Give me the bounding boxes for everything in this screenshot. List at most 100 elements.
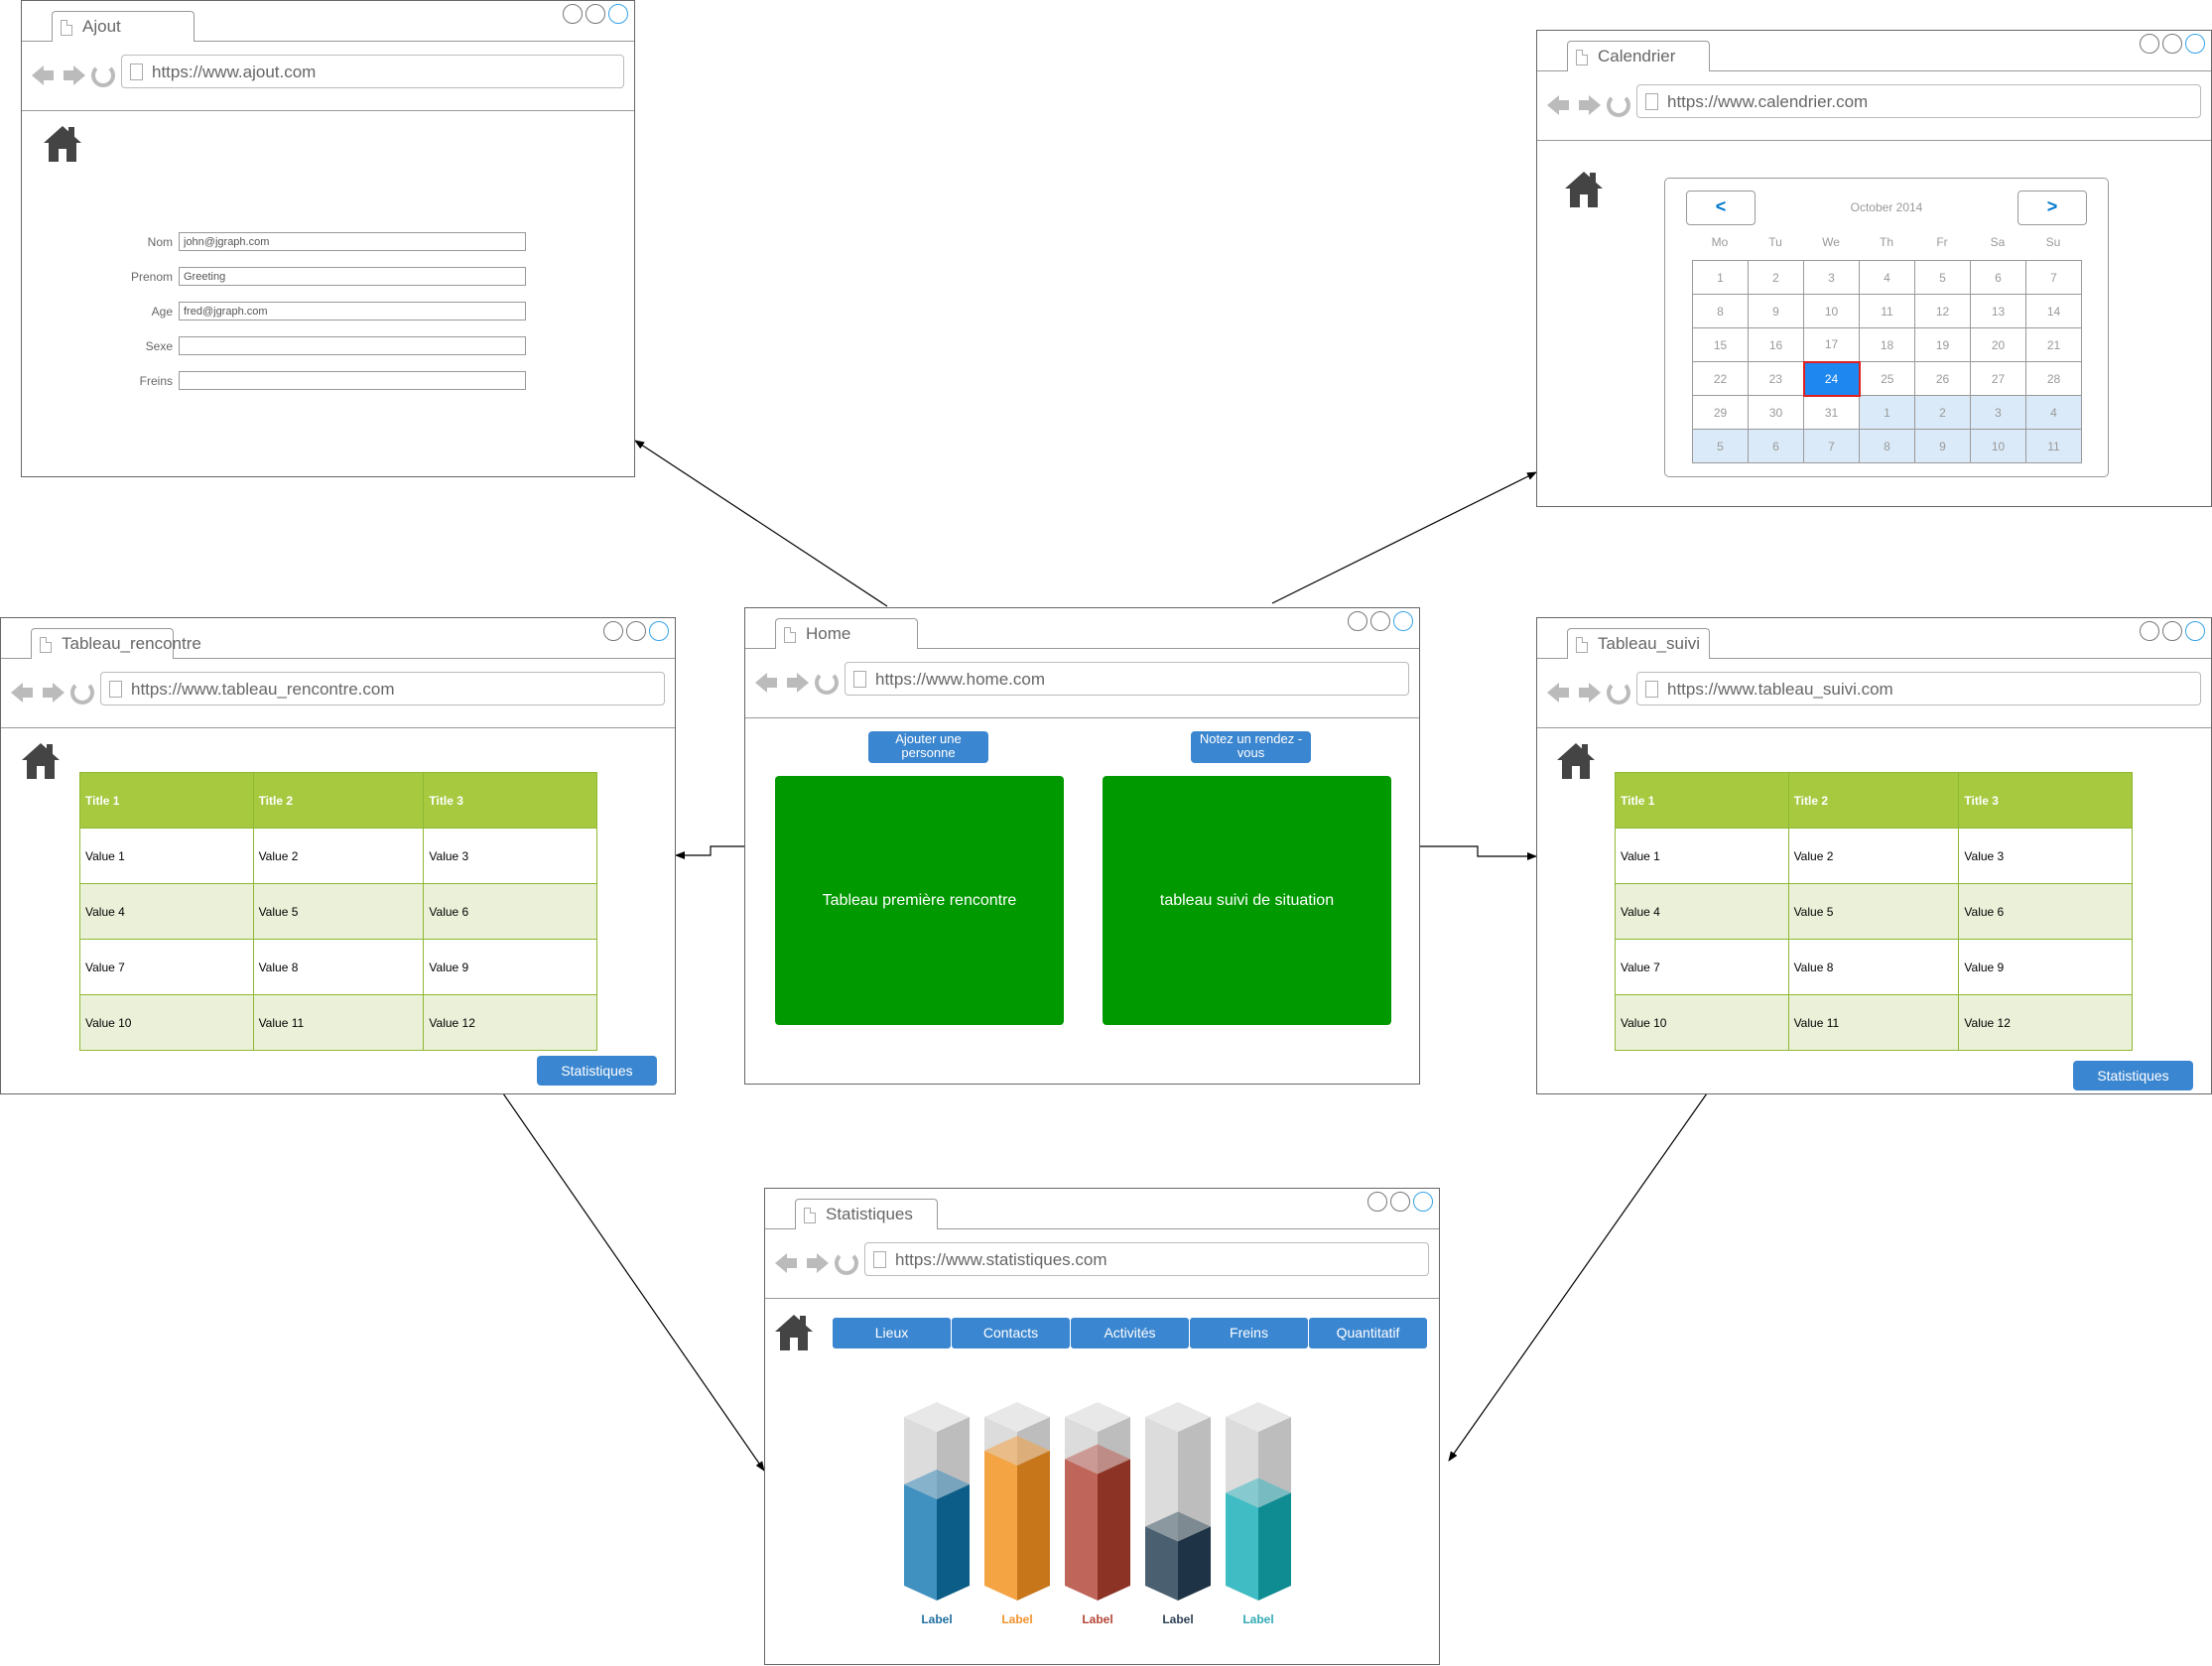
calendar-day[interactable]: 11 — [1859, 294, 1915, 328]
calendar-day[interactable]: 23 — [1748, 361, 1804, 396]
home-icon[interactable] — [44, 126, 81, 162]
close-button[interactable] — [608, 4, 628, 24]
close-button[interactable] — [649, 621, 669, 641]
calendar-day[interactable]: 19 — [1914, 327, 1971, 362]
browser-tab[interactable]: Ajout — [52, 11, 195, 42]
reload-icon[interactable] — [1607, 681, 1630, 705]
age-field[interactable] — [179, 302, 526, 320]
calendar-day[interactable]: 20 — [1970, 327, 2026, 362]
address-bar[interactable]: https://www.tableau_rencontre.com — [100, 672, 665, 705]
calendar-day-next-month[interactable]: 6 — [1748, 429, 1804, 463]
calendar-day[interactable]: 31 — [1803, 395, 1860, 430]
calendar-day-next-month[interactable]: 7 — [1803, 429, 1860, 463]
calendar-day-selected[interactable]: 24 — [1802, 360, 1861, 397]
calendar-day[interactable]: 2 — [1748, 260, 1804, 295]
calendar-day[interactable]: 7 — [2025, 260, 2082, 295]
address-bar[interactable]: https://www.tableau_suivi.com — [1636, 672, 2201, 705]
calendar-day[interactable]: 1 — [1692, 260, 1749, 295]
back-arrow-icon[interactable] — [11, 682, 35, 704]
forward-arrow-icon[interactable] — [1577, 682, 1601, 704]
close-button[interactable] — [1413, 1192, 1433, 1212]
browser-tab[interactable]: Home — [775, 618, 918, 649]
calendar-day[interactable]: 22 — [1692, 361, 1749, 396]
calendar-day[interactable]: 10 — [1803, 294, 1860, 328]
close-button[interactable] — [2185, 34, 2205, 54]
address-bar[interactable]: https://www.home.com — [845, 662, 1409, 696]
back-arrow-icon[interactable] — [755, 672, 779, 694]
browser-tab[interactable]: Tableau_rencontre — [31, 628, 201, 659]
tab-contacts[interactable]: Contacts — [952, 1318, 1070, 1348]
calendar-day[interactable]: 6 — [1970, 260, 2026, 295]
back-arrow-icon[interactable] — [32, 64, 56, 86]
reload-icon[interactable] — [91, 64, 115, 87]
maximize-button[interactable] — [626, 621, 646, 641]
calendar-day[interactable]: 8 — [1692, 294, 1749, 328]
calendar-day-next-month[interactable]: 11 — [2025, 429, 2082, 463]
browser-tab[interactable]: Statistiques — [795, 1199, 938, 1229]
minimize-button[interactable] — [563, 4, 583, 24]
reload-icon[interactable] — [835, 1251, 858, 1275]
calendar-day[interactable]: 15 — [1692, 327, 1749, 362]
back-arrow-icon[interactable] — [1547, 682, 1571, 704]
forward-arrow-icon[interactable] — [1577, 94, 1601, 116]
calendar-day[interactable]: 26 — [1914, 361, 1971, 396]
calendar-day-next-month[interactable]: 10 — [1970, 429, 2026, 463]
home-icon[interactable] — [775, 1315, 813, 1350]
maximize-button[interactable] — [586, 4, 605, 24]
forward-arrow-icon[interactable] — [62, 64, 85, 86]
calendar-day[interactable]: 17 — [1803, 327, 1860, 362]
calendar-day[interactable]: 3 — [1803, 260, 1860, 295]
calendar-day[interactable]: 29 — [1692, 395, 1749, 430]
browser-tab[interactable]: Calendrier — [1567, 41, 1710, 71]
tableau-suivi-card[interactable]: tableau suivi de situation — [1103, 776, 1391, 1025]
minimize-button[interactable] — [2140, 34, 2159, 54]
home-icon[interactable] — [22, 743, 60, 779]
minimize-button[interactable] — [1367, 1192, 1387, 1212]
calendar-day-next-month[interactable]: 8 — [1859, 429, 1915, 463]
calendar-day[interactable]: 9 — [1748, 294, 1804, 328]
home-icon[interactable] — [1565, 172, 1603, 207]
calendar-day-next-month[interactable]: 9 — [1914, 429, 1971, 463]
reload-icon[interactable] — [815, 671, 839, 695]
reload-icon[interactable] — [70, 681, 94, 705]
calendar-day[interactable]: 27 — [1970, 361, 2026, 396]
calendar-day[interactable]: 4 — [1859, 260, 1915, 295]
calendar-day[interactable]: 13 — [1970, 294, 2026, 328]
forward-arrow-icon[interactable] — [41, 682, 65, 704]
calendar-day-next-month[interactable]: 2 — [1914, 395, 1971, 430]
rendez-vous-button[interactable]: Notez un rendez -vous — [1191, 731, 1311, 763]
calendar-day[interactable]: 5 — [1914, 260, 1971, 295]
reload-icon[interactable] — [1607, 93, 1630, 117]
calendar-day-next-month[interactable]: 1 — [1859, 395, 1915, 430]
close-button[interactable] — [2185, 621, 2205, 641]
freins-field[interactable] — [179, 371, 526, 390]
tab-activites[interactable]: Activités — [1071, 1318, 1189, 1348]
calendar-day[interactable]: 14 — [2025, 294, 2082, 328]
maximize-button[interactable] — [1370, 611, 1390, 631]
calendar-day[interactable]: 12 — [1914, 294, 1971, 328]
tab-quantitatif[interactable]: Quantitatif — [1309, 1318, 1427, 1348]
maximize-button[interactable] — [2162, 34, 2182, 54]
maximize-button[interactable] — [2162, 621, 2182, 641]
calendar-day[interactable]: 18 — [1859, 327, 1915, 362]
calendar-day-next-month[interactable]: 3 — [1970, 395, 2026, 430]
home-icon[interactable] — [1557, 743, 1595, 779]
calendar-day-next-month[interactable]: 4 — [2025, 395, 2082, 430]
minimize-button[interactable] — [2140, 621, 2159, 641]
tab-lieux[interactable]: Lieux — [833, 1318, 951, 1348]
calendar-day[interactable]: 25 — [1859, 361, 1915, 396]
calendar-day[interactable]: 16 — [1748, 327, 1804, 362]
statistiques-button[interactable]: Statistiques — [537, 1056, 657, 1086]
calendar-day[interactable]: 30 — [1748, 395, 1804, 430]
browser-tab[interactable]: Tableau_suivi — [1567, 628, 1710, 659]
forward-arrow-icon[interactable] — [805, 1252, 829, 1274]
minimize-button[interactable] — [603, 621, 623, 641]
maximize-button[interactable] — [1390, 1192, 1410, 1212]
back-arrow-icon[interactable] — [775, 1252, 799, 1274]
minimize-button[interactable] — [1348, 611, 1367, 631]
calendar-day[interactable]: 28 — [2025, 361, 2082, 396]
tableau-rencontre-card[interactable]: Tableau première rencontre — [775, 776, 1064, 1025]
forward-arrow-icon[interactable] — [785, 672, 809, 694]
ajouter-personne-button[interactable]: Ajouter une personne — [868, 731, 988, 763]
address-bar[interactable]: https://www.statistiques.com — [864, 1242, 1429, 1276]
